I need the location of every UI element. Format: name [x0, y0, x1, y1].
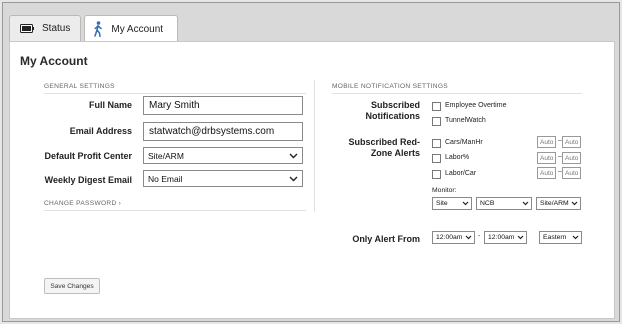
- chevron-down-icon: [572, 235, 579, 240]
- tab-my-account[interactable]: My Account: [84, 15, 179, 42]
- labor-percent-min-input[interactable]: [537, 152, 556, 164]
- alert-to-select[interactable]: 12:00am: [484, 231, 527, 244]
- monitor-profit-center-select[interactable]: Site/ARM: [536, 197, 581, 210]
- digest-value: No Email: [148, 173, 183, 184]
- full-name-input[interactable]: [143, 96, 303, 115]
- app-window: Status My Account My Account GENERAL SET…: [2, 2, 620, 322]
- full-name-label: Full Name: [88, 100, 132, 110]
- alert-to-value: 12:00am: [488, 234, 515, 241]
- profit-center-value: Site/ARM: [148, 150, 184, 161]
- cars-manhr-max-input[interactable]: [562, 136, 581, 148]
- chevron-down-icon: [462, 201, 469, 206]
- labor-car-min-input[interactable]: [537, 167, 556, 179]
- general-settings-heading: GENERAL SETTINGS: [44, 83, 306, 94]
- digest-select[interactable]: No Email: [143, 170, 303, 187]
- monitor-site-value: Site: [436, 200, 448, 207]
- tab-status-label: Status: [42, 23, 71, 34]
- chevron-down-icon: [571, 201, 578, 206]
- section-divider: [314, 80, 315, 212]
- monitor-site-select[interactable]: Site: [432, 197, 472, 210]
- cars-manhr-label: Cars/ManHr: [445, 139, 483, 146]
- tunnelwatch-checkbox[interactable]: [432, 117, 441, 126]
- account-panel: My Account GENERAL SETTINGS Full Name Em…: [9, 41, 615, 319]
- employee-overtime-label: Employee Overtime: [445, 102, 507, 109]
- change-password-link[interactable]: CHANGE PASSWORD ›: [44, 200, 306, 211]
- redzone-alerts-label: Subscribed Red-Zone Alerts: [348, 137, 420, 158]
- monitor-profit-center-value: Site/ARM: [540, 200, 569, 207]
- labor-car-max-input[interactable]: [562, 167, 581, 179]
- digest-label: Weekly Digest Email: [44, 175, 132, 185]
- time-range-dash: -: [478, 233, 481, 240]
- chevron-down-icon: [517, 235, 524, 240]
- chevron-down-icon: [289, 153, 298, 159]
- tunnelwatch-label: TunnelWatch: [445, 117, 486, 124]
- chevron-down-icon: [522, 201, 529, 206]
- save-changes-button[interactable]: Save Changes: [44, 278, 100, 294]
- labor-car-checkbox[interactable]: [432, 170, 441, 179]
- walking-person-icon: [93, 21, 103, 37]
- cars-manhr-checkbox[interactable]: [432, 139, 441, 148]
- labor-percent-checkbox[interactable]: [432, 154, 441, 163]
- battery-icon: [20, 24, 34, 33]
- labor-percent-label: Labor%: [445, 154, 470, 161]
- timezone-select[interactable]: Eastern: [539, 231, 582, 244]
- page-title: My Account: [20, 54, 88, 68]
- timezone-value: Eastern: [543, 234, 567, 241]
- profit-center-label: Default Profit Center: [44, 151, 132, 161]
- monitor-ncb-select[interactable]: NCB: [476, 197, 532, 210]
- chevron-down-icon: [289, 176, 298, 182]
- tab-my-account-label: My Account: [111, 23, 164, 35]
- monitor-ncb-value: NCB: [480, 200, 495, 207]
- subscribed-notifications-label: Subscribed Notifications: [365, 100, 420, 121]
- labor-car-label: Labor/Car: [445, 170, 477, 177]
- mobile-settings-heading: MOBILE NOTIFICATION SETTINGS: [332, 83, 582, 94]
- labor-percent-max-input[interactable]: [562, 152, 581, 164]
- email-label: Email Address: [69, 126, 132, 136]
- chevron-down-icon: [465, 235, 472, 240]
- alert-from-select[interactable]: 12:00am: [432, 231, 475, 244]
- tab-status[interactable]: Status: [9, 15, 82, 41]
- email-input[interactable]: [143, 122, 303, 141]
- cars-manhr-min-input[interactable]: [537, 136, 556, 148]
- profit-center-select[interactable]: Site/ARM: [143, 147, 303, 164]
- monitor-label: Monitor:: [432, 187, 457, 194]
- tab-bar: Status My Account: [9, 15, 181, 42]
- alert-from-label: Only Alert From: [352, 234, 420, 244]
- alert-from-value: 12:00am: [436, 234, 463, 241]
- employee-overtime-checkbox[interactable]: [432, 102, 441, 111]
